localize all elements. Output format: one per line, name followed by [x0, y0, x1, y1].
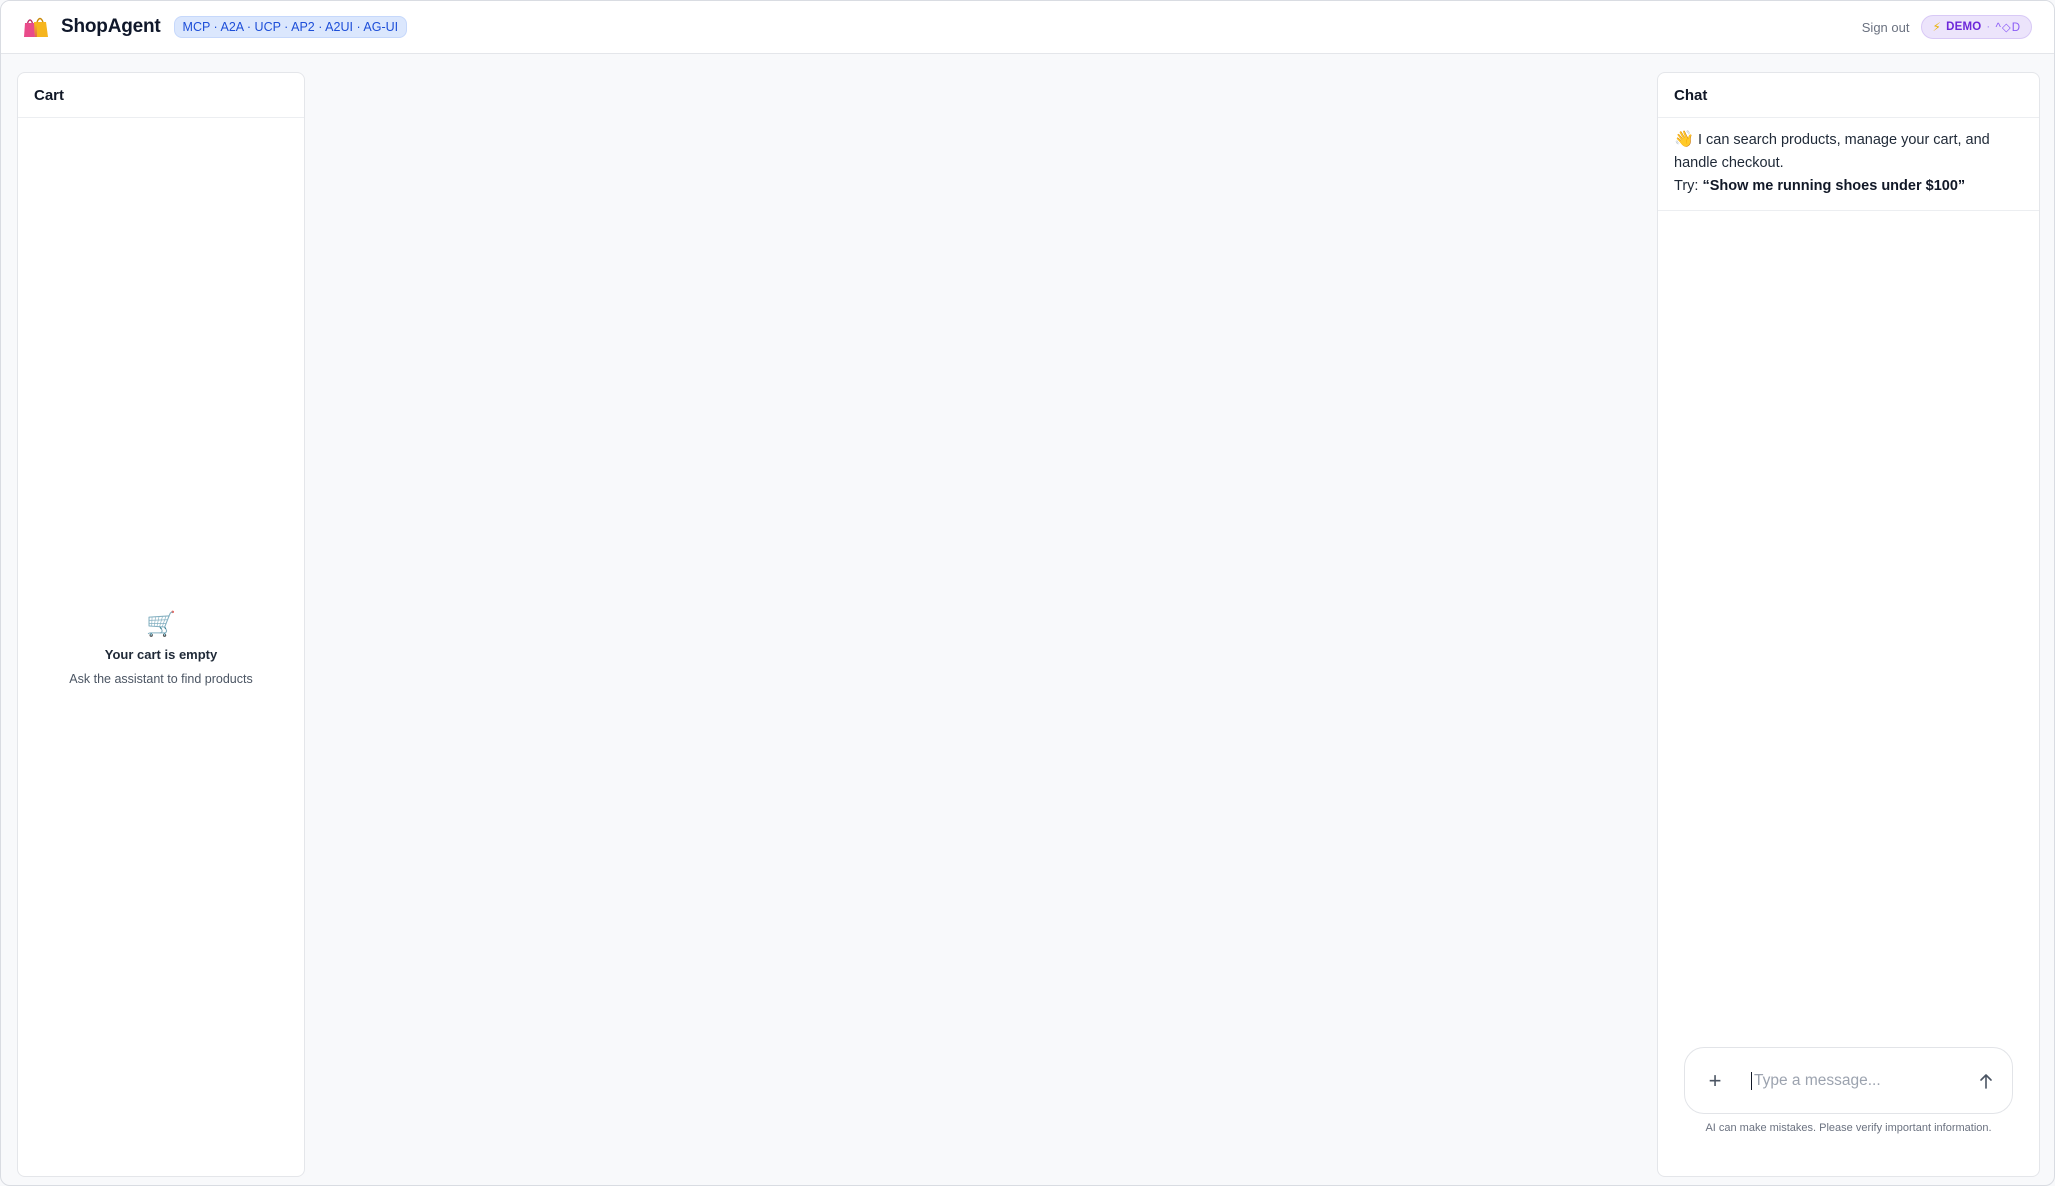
top-bar: ShopAgent MCP · A2A · UCP · AP2 · A2UI ·…: [1, 1, 2054, 54]
chat-panel: Chat 👋 I can search products, manage you…: [1657, 72, 2040, 1177]
shopping-bags-icon: [24, 17, 48, 37]
protocols-badge: MCP · A2A · UCP · AP2 · A2UI · AG-UI: [173, 16, 408, 38]
arrow-up-icon: [1980, 1073, 1992, 1089]
demo-label: DEMO: [1946, 21, 1982, 33]
cart-empty-subtitle: Ask the assistant to find products: [69, 672, 253, 686]
chat-title: Chat: [1658, 73, 2039, 118]
app-title: ShopAgent: [61, 16, 161, 37]
header-actions: Sign out ⚡ DEMO · ^◇D: [1862, 15, 2032, 39]
demo-separator: ·: [1986, 21, 1991, 33]
sign-out-link[interactable]: Sign out: [1862, 20, 1910, 35]
message-input[interactable]: [1751, 1071, 1974, 1090]
welcome-text: I can search products, manage your cart,…: [1674, 132, 1990, 171]
try-prefix: Try:: [1674, 178, 1699, 194]
try-example-prompt: “Show me running shoes under $100”: [1702, 178, 1966, 194]
cart-panel: Cart 🛒 Your cart is empty Ask the assist…: [17, 72, 305, 1177]
cart-title: Cart: [18, 73, 304, 118]
ai-disclaimer: AI can make mistakes. Please verify impo…: [1705, 1122, 1992, 1134]
cart-empty-title: Your cart is empty: [104, 647, 218, 662]
plus-icon[interactable]: +: [1703, 1069, 1727, 1092]
lightning-icon: ⚡: [1932, 20, 1942, 34]
shopping-cart-icon: 🛒: [146, 611, 176, 638]
app-window: ShopAgent MCP · A2A · UCP · AP2 · A2UI ·…: [0, 0, 2055, 1186]
welcome-message: 👋 I can search products, manage your car…: [1658, 118, 2039, 211]
cart-empty-state: 🛒 Your cart is empty Ask the assistant t…: [18, 611, 304, 686]
demo-shortcut: ^◇D: [1995, 22, 2021, 34]
message-composer: +: [1684, 1047, 2013, 1114]
send-button[interactable]: [1974, 1069, 1998, 1093]
demo-mode-badge: ⚡ DEMO · ^◇D: [1921, 15, 2032, 39]
waving-hand-icon: 👋: [1674, 131, 1694, 148]
